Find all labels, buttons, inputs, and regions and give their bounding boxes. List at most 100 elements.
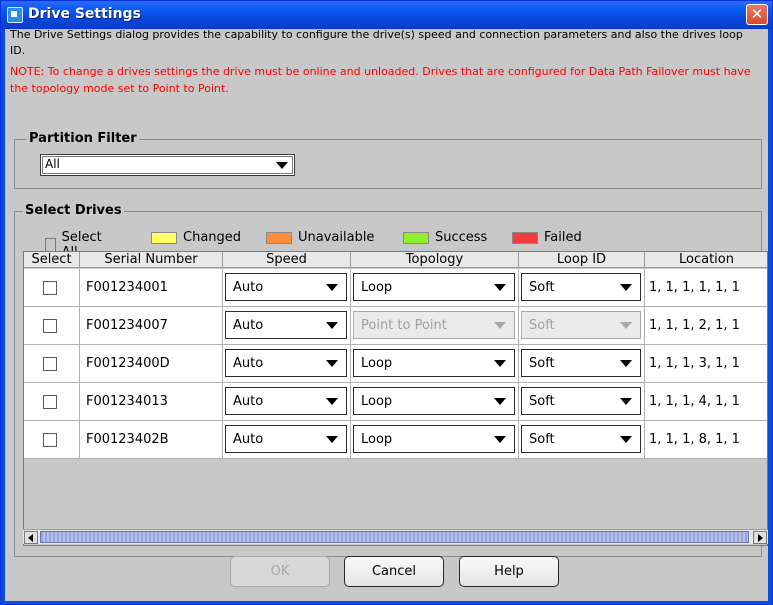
location-cell: 1, 1, 1, 2, 1, 1 [645,307,767,345]
row-checkbox[interactable] [43,281,57,295]
scrollbar-thumb[interactable] [40,531,749,543]
window-title: Drive Settings [28,6,141,22]
topology-dropdown[interactable]: Loop [353,273,515,301]
help-button[interactable]: Help [459,556,559,587]
speed-value: Auto [233,318,264,333]
ok-button[interactable]: OK [230,556,330,587]
partition-filter-label: Partition Filter [27,131,139,146]
legend-success: Success [403,230,487,245]
legend-failed: Failed [512,230,582,245]
chevron-down-icon [620,322,632,329]
note-text: NOTE: To change a drives settings the dr… [10,65,751,95]
speed-value: Auto [233,280,264,295]
horizontal-scrollbar[interactable] [23,529,768,544]
loop-id-cell: Soft [519,421,645,459]
chevron-down-icon [494,284,506,291]
row-checkbox[interactable] [43,395,57,409]
loop-id-dropdown[interactable]: Soft [521,425,641,453]
chevron-down-icon [494,436,506,443]
failed-swatch [512,231,538,244]
loop-id-cell: Soft [519,307,645,345]
location-cell: 1, 1, 1, 1, 1, 1 [645,269,767,307]
legend-unavailable: Unavailable [266,230,374,245]
table-row[interactable]: F001234001 Auto Loop Soft 1, 1, 1, 1, 1,… [24,269,767,307]
legend-unavailable-label: Unavailable [298,230,375,245]
column-header-serial[interactable]: Serial Number [80,252,223,268]
select-cell [24,269,80,307]
select-cell [24,307,80,345]
serial-cell: F001234013 [80,383,223,421]
table-row[interactable]: F00123400D Auto Loop Soft 1, 1, 1, 3, 1,… [24,345,767,383]
location-cell: 1, 1, 1, 8, 1, 1 [645,421,767,459]
chevron-down-icon [494,360,506,367]
drives-table: Select Serial Number Speed Topology Loop… [23,251,768,546]
speed-cell: Auto [223,383,351,421]
loop-id-dropdown[interactable]: Soft [521,349,641,377]
table-row[interactable]: F001234007 Auto Point to Point Soft 1, 1… [24,307,767,345]
loop-id-value: Soft [529,356,555,371]
serial-cell: F001234007 [80,307,223,345]
column-header-topology[interactable]: Topology [351,252,519,268]
partition-filter-value: All [45,157,60,171]
partition-filter-dropdown[interactable]: All [40,154,295,176]
speed-dropdown[interactable]: Auto [225,387,347,415]
topology-value: Loop [361,356,393,371]
topology-cell: Loop [351,383,519,421]
chevron-down-icon [276,162,288,169]
speed-value: Auto [233,394,264,409]
legend-changed: Changed [151,230,241,245]
location-cell: 1, 1, 1, 3, 1, 1 [645,345,767,383]
speed-dropdown[interactable]: Auto [225,349,347,377]
topology-cell: Loop [351,269,519,307]
scroll-right-icon[interactable] [753,531,767,544]
serial-number: F00123400D [86,356,170,371]
column-header-select[interactable]: Select [24,252,80,268]
close-button[interactable]: ✕ [746,4,768,25]
row-checkbox[interactable] [43,319,57,333]
row-checkbox[interactable] [43,357,57,371]
serial-number: F001234007 [86,318,168,333]
topology-cell: Loop [351,421,519,459]
speed-cell: Auto [223,345,351,383]
legend-changed-label: Changed [183,230,242,245]
speed-dropdown[interactable]: Auto [225,311,347,339]
loop-id-dropdown[interactable]: Soft [521,387,641,415]
cancel-button[interactable]: Cancel [344,556,444,587]
row-checkbox[interactable] [43,433,57,447]
location-value: 1, 1, 1, 4, 1, 1 [649,394,740,409]
speed-value: Auto [233,432,264,447]
loop-id-value: Soft [529,394,555,409]
window-border-right [768,29,772,605]
chevron-down-icon [620,284,632,291]
column-header-loop-id[interactable]: Loop ID [519,252,645,268]
loop-id-cell: Soft [519,269,645,307]
topology-value: Loop [361,432,393,447]
table-row[interactable]: F00123402B Auto Loop Soft 1, 1, 1, 8, 1,… [24,421,767,459]
loop-id-value: Soft [529,280,555,295]
chevron-down-icon [620,398,632,405]
drive-settings-dialog: Drive Settings ✕ The Drive Settings dial… [0,0,773,605]
table-row[interactable]: F001234013 Auto Loop Soft 1, 1, 1, 4, 1,… [24,383,767,421]
topology-dropdown[interactable]: Loop [353,349,515,377]
topology-value: Point to Point [361,318,447,333]
description-text: The Drive Settings dialog provides the c… [10,28,743,57]
speed-dropdown[interactable]: Auto [225,273,347,301]
topology-value: Loop [361,280,393,295]
unavailable-swatch [266,231,292,244]
topology-dropdown[interactable]: Loop [353,387,515,415]
serial-number: F001234001 [86,280,168,295]
speed-cell: Auto [223,269,351,307]
topology-cell: Loop [351,345,519,383]
checkbox-icon[interactable] [45,238,56,252]
select-cell [24,421,80,459]
loop-id-dropdown[interactable]: Soft [521,273,641,301]
topology-dropdown[interactable]: Loop [353,425,515,453]
scroll-left-icon[interactable] [24,531,38,544]
loop-id-cell: Soft [519,383,645,421]
speed-dropdown[interactable]: Auto [225,425,347,453]
column-header-location[interactable]: Location [645,252,767,268]
column-header-speed[interactable]: Speed [223,252,351,268]
chevron-down-icon [620,436,632,443]
location-value: 1, 1, 1, 8, 1, 1 [649,432,740,447]
title-bar[interactable]: Drive Settings ✕ [1,1,772,29]
